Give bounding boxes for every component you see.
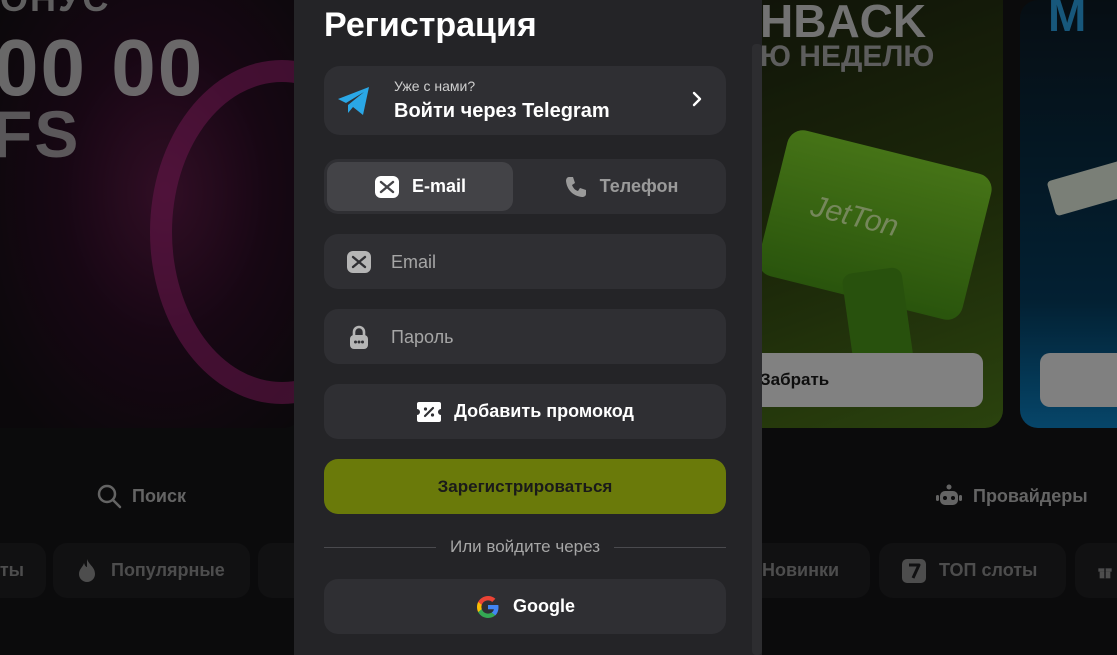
add-promocode-button[interactable]: Добавить промокод xyxy=(324,384,726,439)
divider-text: Или войдите через xyxy=(450,537,600,556)
email-input[interactable] xyxy=(389,234,713,291)
telegram-caption: Уже с нами? xyxy=(394,78,476,94)
tab-phone-label: Телефон xyxy=(599,176,679,196)
email-field[interactable] xyxy=(324,234,726,291)
mail-icon xyxy=(347,251,371,273)
password-input[interactable] xyxy=(389,309,713,366)
google-login-button[interactable]: Google xyxy=(324,579,726,634)
promocode-label: Добавить промокод xyxy=(454,401,634,421)
tab-phone[interactable]: Телефон xyxy=(519,162,723,211)
tab-email[interactable]: E-mail xyxy=(327,162,513,211)
mail-icon xyxy=(374,175,399,198)
telegram-login-button[interactable]: Уже с нами? Войти через Telegram xyxy=(324,66,726,135)
coupon-icon xyxy=(417,401,442,422)
chevron-right-icon xyxy=(692,91,702,107)
password-field[interactable] xyxy=(324,309,726,366)
modal-title: Регистрация xyxy=(324,6,537,44)
google-label: Google xyxy=(513,596,575,616)
modal-scrollbar[interactable] xyxy=(752,44,762,655)
telegram-icon xyxy=(338,87,369,115)
lock-icon xyxy=(350,325,368,349)
divider-line xyxy=(324,546,437,548)
tab-email-label: E-mail xyxy=(411,176,467,196)
phone-icon xyxy=(565,176,586,197)
social-login-divider: Или войдите через xyxy=(324,536,727,558)
google-icon xyxy=(477,595,499,618)
divider-line xyxy=(614,546,727,548)
register-button[interactable]: Зарегистрироваться xyxy=(324,459,726,514)
telegram-label: Войти через Telegram xyxy=(394,100,610,122)
registration-method-tabs: E-mail Телефон xyxy=(324,159,726,214)
